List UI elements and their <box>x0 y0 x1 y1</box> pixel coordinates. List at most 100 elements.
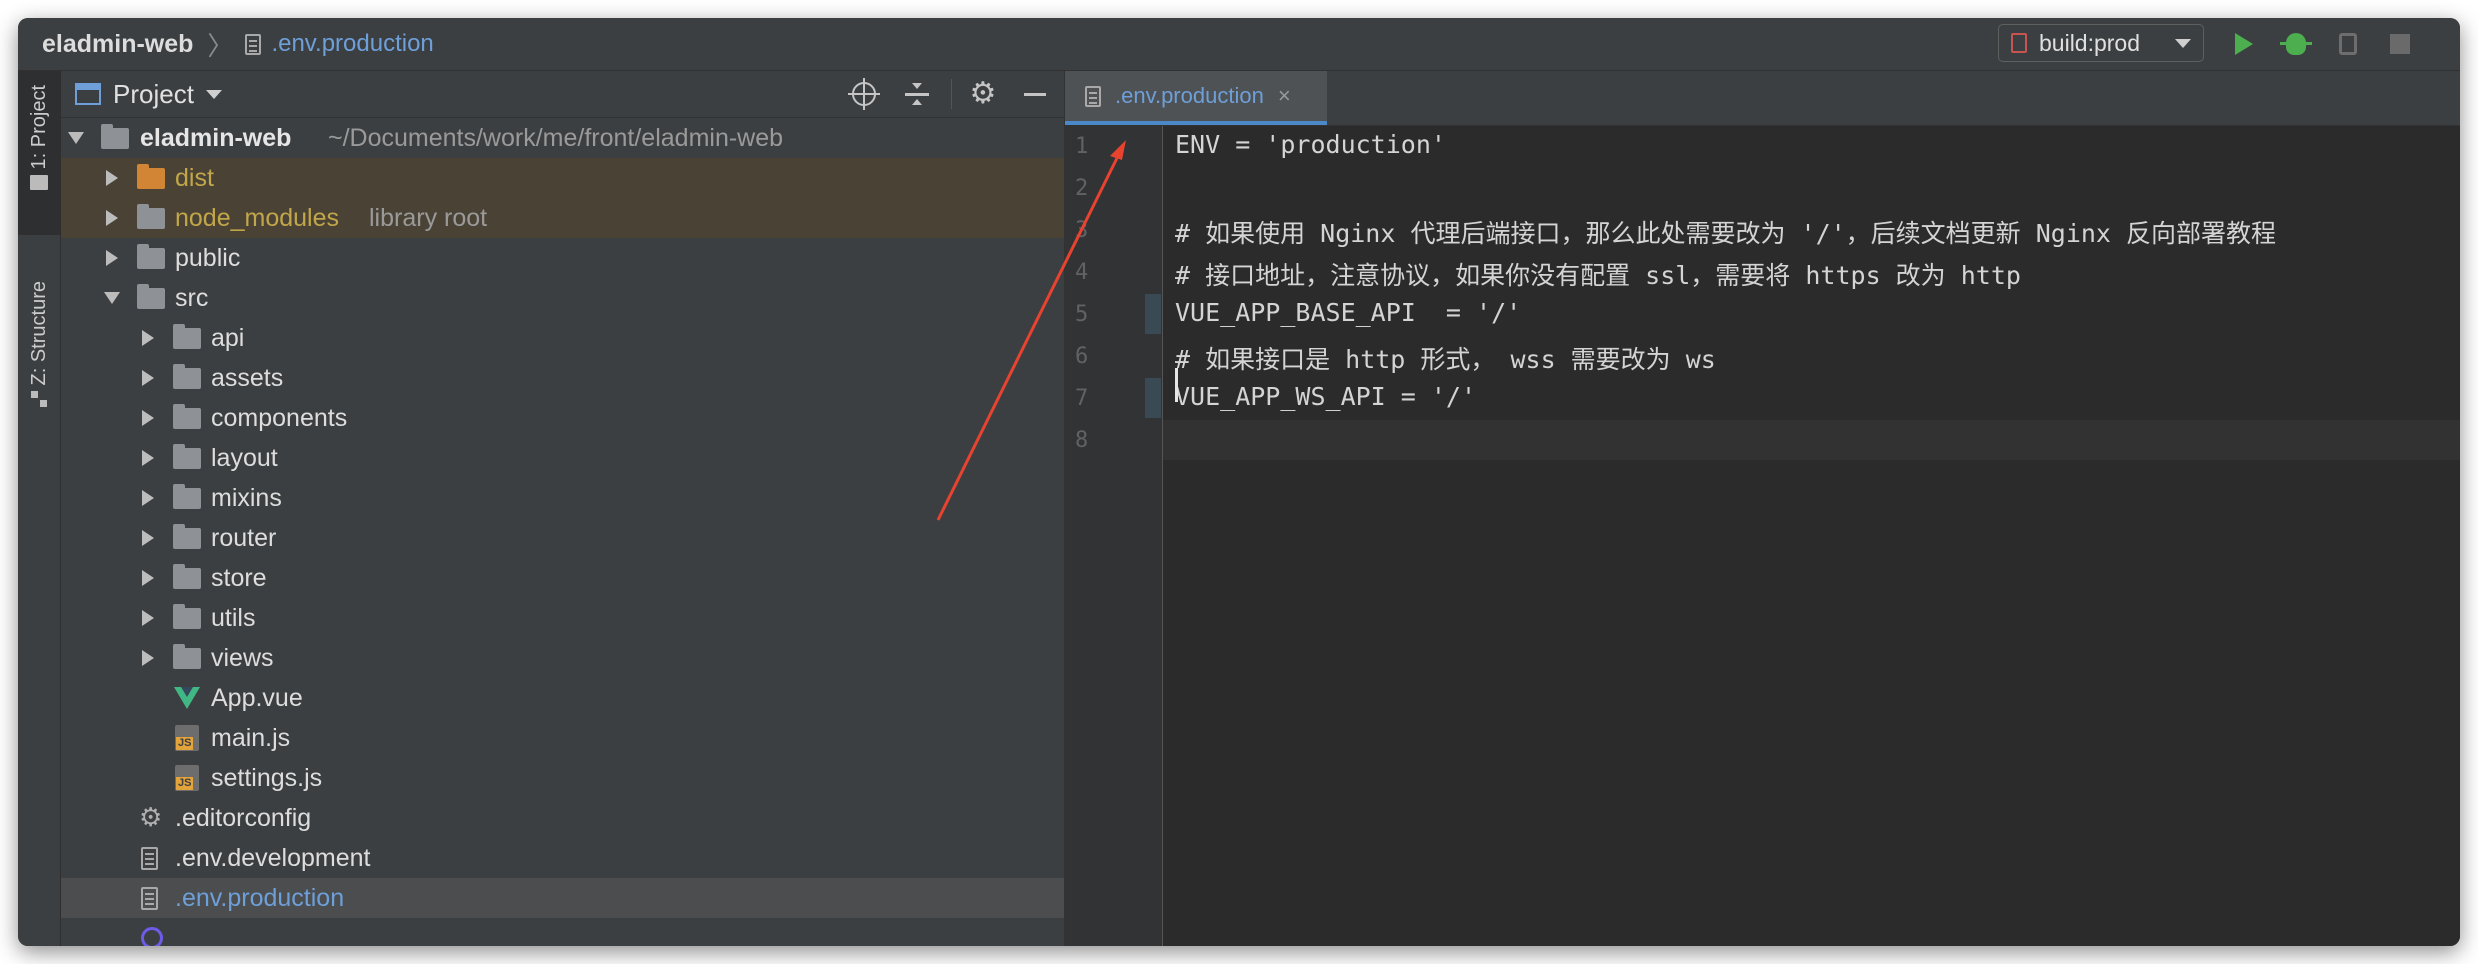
collapsed-arrow-icon[interactable] <box>139 449 157 467</box>
tree-item-utils[interactable]: utils <box>61 598 1064 638</box>
settings-button[interactable]: ⚙ <box>967 79 999 109</box>
tree-item-layout[interactable]: layout <box>61 438 1064 478</box>
line-number: 4 <box>1075 260 1089 285</box>
project-panel: Project ⚙ eladmin-web ~/Documents/work/m… <box>61 71 1065 946</box>
tool-tab-project[interactable]: 1: Project <box>18 71 60 235</box>
tool-tab-structure[interactable]: Z: Structure <box>18 267 60 451</box>
tree-item-label: mixins <box>211 483 282 512</box>
expanded-arrow-icon[interactable] <box>67 129 85 147</box>
collapse-all-button[interactable] <box>901 79 933 109</box>
collapsed-arrow-icon[interactable] <box>103 209 121 227</box>
change-marker <box>1145 378 1161 418</box>
collapse-all-icon <box>905 83 929 105</box>
folder-icon <box>173 604 201 629</box>
chevron-down-icon[interactable] <box>205 89 222 99</box>
bug-icon <box>2280 33 2312 55</box>
breadcrumb-separator: 〉 <box>207 30 234 61</box>
project-view-title[interactable]: Project <box>113 79 194 110</box>
tree-item-label: settings.js <box>211 763 323 792</box>
tree-item-node-modules[interactable]: node_modules library root <box>61 198 1064 238</box>
code-content[interactable]: ENV = 'production' # 如果使用 Nginx 代理后端接口，那… <box>1163 126 2460 946</box>
editor-tab-env-production[interactable]: .env.production × <box>1065 71 1327 125</box>
collapsed-arrow-icon[interactable] <box>139 649 157 667</box>
coverage-icon <box>2339 33 2357 55</box>
tree-item-components[interactable]: components <box>61 398 1064 438</box>
code-line: VUE_APP_WS_API = '/' <box>1175 382 1477 411</box>
text-file-icon <box>141 887 158 910</box>
folder-icon <box>137 284 165 309</box>
line-number: 1 <box>1075 134 1089 159</box>
folder-icon <box>30 175 48 191</box>
folder-icon <box>173 404 201 429</box>
tree-item-label: components <box>211 403 348 432</box>
editor-tab-bar: .env.production × <box>1065 71 2460 126</box>
settings-file-icon: ⚙ <box>139 802 163 832</box>
collapsed-arrow-icon[interactable] <box>139 569 157 587</box>
code-line: VUE_APP_BASE_API = '/' <box>1175 298 1522 327</box>
coverage-button[interactable] <box>2332 28 2364 60</box>
tree-item-label: dist <box>175 163 214 192</box>
tree-item-mixins[interactable]: mixins <box>61 478 1064 518</box>
editor-area: .env.production × 1 2 3 4 5 6 7 8 ENV = … <box>1065 71 2460 946</box>
collapsed-arrow-icon[interactable] <box>139 369 157 387</box>
debug-button[interactable] <box>2280 28 2312 60</box>
tool-tab-structure-label: Z: Structure <box>27 281 50 386</box>
tree-item-env-production[interactable]: .env.production <box>61 878 1064 918</box>
close-icon[interactable]: × <box>1278 83 1291 109</box>
tree-item-public[interactable]: public <box>61 238 1064 278</box>
npm-icon <box>2011 33 2027 53</box>
tree-root-label: eladmin-web <box>140 123 292 152</box>
tree-item-store[interactable]: store <box>61 558 1064 598</box>
locate-file-button[interactable] <box>848 78 880 110</box>
tree-item-partial[interactable] <box>61 918 1064 946</box>
navigation-bar: eladmin-web 〉 .env.production build:prod <box>18 18 2460 71</box>
tree-item-settings-js[interactable]: JS settings.js <box>61 758 1064 798</box>
tool-window-strip: 1: Project Z: Structure <box>18 71 61 946</box>
tree-item-assets[interactable]: assets <box>61 358 1064 398</box>
collapsed-arrow-icon[interactable] <box>139 529 157 547</box>
hide-panel-button[interactable] <box>1019 79 1051 109</box>
expanded-arrow-icon[interactable] <box>103 289 121 307</box>
stop-button[interactable] <box>2384 28 2416 60</box>
tree-item-editorconfig[interactable]: ⚙ .editorconfig <box>61 798 1064 838</box>
collapsed-arrow-icon[interactable] <box>139 609 157 627</box>
excluded-folder-icon <box>137 164 165 189</box>
collapsed-arrow-icon[interactable] <box>103 169 121 187</box>
tree-item-label: api <box>211 323 245 352</box>
tree-item-label: layout <box>211 443 278 472</box>
line-number: 5 <box>1075 302 1089 327</box>
tree-item-views[interactable]: views <box>61 638 1064 678</box>
collapsed-arrow-icon[interactable] <box>139 329 157 347</box>
tree-item-router[interactable]: router <box>61 518 1064 558</box>
tree-item-dist[interactable]: dist <box>61 158 1064 198</box>
change-marker <box>1145 294 1161 334</box>
folder-icon <box>101 124 129 149</box>
tree-item-src[interactable]: src <box>61 278 1064 318</box>
text-file-icon <box>1085 85 1101 107</box>
collapsed-arrow-icon[interactable] <box>139 489 157 507</box>
tree-item-label: store <box>211 563 267 592</box>
tree-item-label: utils <box>211 603 256 632</box>
project-panel-header: Project ⚙ <box>61 71 1064 118</box>
line-number: 2 <box>1075 176 1089 201</box>
tree-item-main-js[interactable]: JS main.js <box>61 718 1064 758</box>
tree-item-api[interactable]: api <box>61 318 1064 358</box>
folder-icon <box>173 324 201 349</box>
tree-item-env-development[interactable]: .env.development <box>61 838 1064 878</box>
editor-tab-label: .env.production <box>1115 83 1264 108</box>
breadcrumb-project[interactable]: eladmin-web <box>42 30 193 59</box>
file-icon <box>245 33 262 55</box>
tree-item-label: src <box>175 283 209 312</box>
run-button[interactable] <box>2228 28 2260 60</box>
tree-root[interactable]: eladmin-web ~/Documents/work/me/front/el… <box>61 118 1064 158</box>
code-line: # 如果接口是 http 形式， wss 需要改为 ws <box>1175 345 1716 374</box>
collapsed-arrow-icon[interactable] <box>103 249 121 267</box>
run-configuration-select[interactable]: build:prod <box>1998 24 2204 62</box>
gear-icon: ⚙ <box>969 77 997 110</box>
chevron-down-icon <box>2175 38 2191 48</box>
tree-item-hint: library root <box>369 203 488 232</box>
toolbar-divider <box>951 79 952 109</box>
breadcrumb-file[interactable]: .env.production <box>271 30 433 58</box>
collapsed-arrow-icon[interactable] <box>139 409 157 427</box>
tree-item-app-vue[interactable]: App.vue <box>61 678 1064 718</box>
